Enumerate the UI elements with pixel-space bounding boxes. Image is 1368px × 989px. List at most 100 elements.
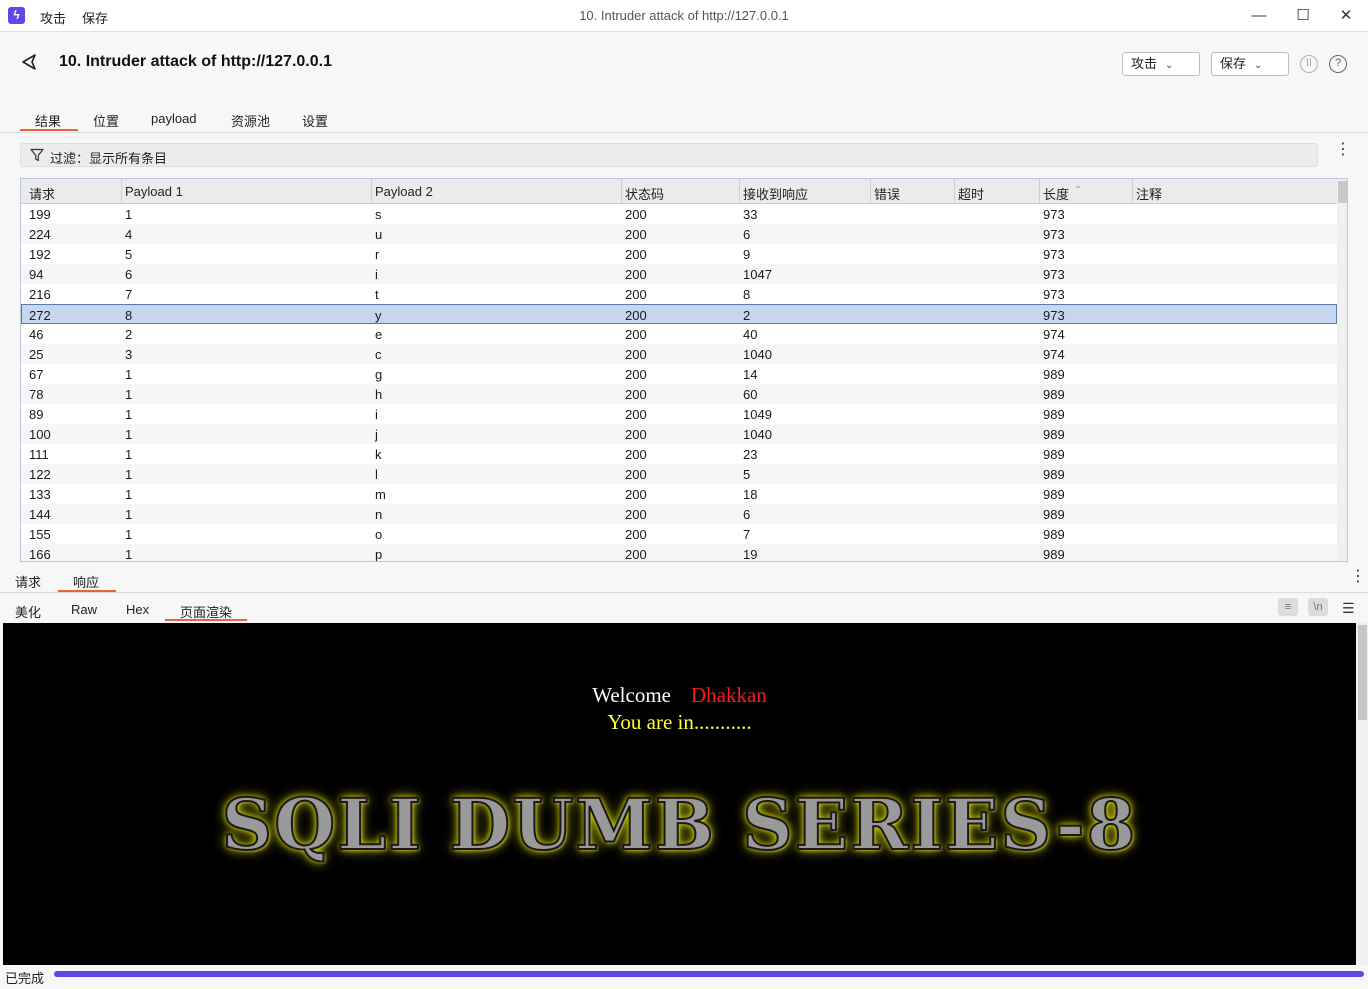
- table-cell: 144: [29, 507, 51, 522]
- table-row[interactable]: 199 1 s 200 33 973: [21, 204, 1337, 224]
- table-cell: 200: [625, 247, 647, 262]
- tab-hex[interactable]: Hex: [126, 602, 149, 617]
- table-cell: i: [375, 267, 378, 282]
- render-scrollbar[interactable]: [1356, 623, 1368, 965]
- table-row[interactable]: 94 6 i 200 1047 973: [21, 264, 1337, 284]
- table-cell: 973: [1043, 287, 1065, 302]
- column-divider[interactable]: [870, 179, 871, 204]
- table-cell: i: [375, 407, 378, 422]
- scrollbar-thumb[interactable]: [1338, 181, 1347, 203]
- more-options-icon[interactable]: ⋮: [1350, 569, 1366, 585]
- column-header-payload1[interactable]: Payload 1: [125, 184, 183, 199]
- table-cell: 5: [125, 247, 133, 262]
- column-divider[interactable]: [371, 179, 372, 204]
- table-cell: 40: [743, 327, 758, 342]
- back-arrow-icon[interactable]: [20, 52, 40, 72]
- newline-icon[interactable]: \n: [1308, 598, 1328, 616]
- scrollbar-thumb[interactable]: [1358, 625, 1367, 720]
- divider: [0, 132, 1368, 133]
- table-cell: 200: [625, 227, 647, 242]
- table-cell: 6: [743, 227, 751, 242]
- column-header-error[interactable]: 错误: [874, 184, 900, 203]
- pause-icon[interactable]: II: [1300, 55, 1318, 73]
- column-header-timeout[interactable]: 超时: [958, 184, 984, 203]
- table-cell: 1: [125, 547, 133, 562]
- tab-results[interactable]: 结果: [35, 111, 61, 130]
- menu-icon[interactable]: ☰: [1342, 601, 1355, 615]
- table-cell: 67: [29, 367, 44, 382]
- table-cell: 973: [1043, 267, 1065, 282]
- active-view-indicator: [165, 619, 247, 621]
- column-header-response-received[interactable]: 接收到响应: [743, 184, 808, 203]
- table-row[interactable]: 224 4 u 200 6 973: [21, 224, 1337, 244]
- table-row[interactable]: 144 1 n 200 6 989: [21, 504, 1337, 524]
- table-row[interactable]: 25 3 c 200 1040 974: [21, 344, 1337, 364]
- tab-positions[interactable]: 位置: [93, 111, 119, 130]
- table-cell: 1049: [743, 407, 772, 422]
- column-header-payload2[interactable]: Payload 2: [375, 184, 433, 199]
- table-row[interactable]: 192 5 r 200 9 973: [21, 244, 1337, 264]
- help-icon[interactable]: ?: [1329, 55, 1347, 73]
- table-row[interactable]: 166 1 p 200 19 989: [21, 544, 1337, 562]
- table-row[interactable]: 133 1 m 200 18 989: [21, 484, 1337, 504]
- column-header-comment[interactable]: 注释: [1136, 184, 1162, 203]
- save-button[interactable]: 保存 ⌄: [1211, 52, 1289, 76]
- login-status-text: You are in...........: [607, 710, 752, 734]
- table-cell: 18: [743, 487, 758, 502]
- table-cell: 200: [625, 547, 647, 562]
- table-cell: 1: [125, 367, 133, 382]
- maximize-icon[interactable]: ☐: [1288, 4, 1318, 28]
- column-header-length[interactable]: 长度: [1043, 184, 1069, 203]
- table-cell: 973: [1043, 308, 1065, 323]
- table-cell: 973: [1043, 207, 1065, 222]
- table-row[interactable]: 89 1 i 200 1049 989: [21, 404, 1337, 424]
- tab-pretty[interactable]: 美化: [15, 602, 41, 621]
- table-cell: 200: [625, 327, 647, 342]
- window-title: 10. Intruder attack of http://127.0.0.1: [579, 8, 789, 23]
- tab-resource-pool[interactable]: 资源池: [231, 111, 270, 130]
- column-header-request[interactable]: 请求: [29, 184, 55, 203]
- tab-response[interactable]: 响应: [73, 572, 99, 591]
- filter-bar[interactable]: 过滤：显示所有条目: [20, 143, 1318, 167]
- table-cell: 974: [1043, 347, 1065, 362]
- column-divider[interactable]: [954, 179, 955, 204]
- tab-payload[interactable]: payload: [151, 111, 197, 126]
- attack-button[interactable]: 攻击 ⌄: [1122, 52, 1200, 76]
- table-row[interactable]: 46 2 e 200 40 974: [21, 324, 1337, 344]
- column-divider[interactable]: [1039, 179, 1040, 204]
- table-row[interactable]: 155 1 o 200 7 989: [21, 524, 1337, 544]
- table-scrollbar[interactable]: [1337, 179, 1347, 561]
- table-cell: j: [375, 427, 378, 442]
- table-cell: 60: [743, 387, 758, 402]
- table-cell: 1: [125, 527, 133, 542]
- table-cell: 19: [743, 547, 758, 562]
- table-row[interactable]: 122 1 l 200 5 989: [21, 464, 1337, 484]
- tab-raw[interactable]: Raw: [71, 602, 97, 617]
- column-divider[interactable]: [1132, 179, 1133, 204]
- table-cell: m: [375, 487, 386, 502]
- table-cell: 1040: [743, 347, 772, 362]
- table-cell: 133: [29, 487, 51, 502]
- more-options-icon[interactable]: ⋮: [1335, 142, 1351, 158]
- table-row[interactable]: 216 7 t 200 8 973: [21, 284, 1337, 304]
- column-divider[interactable]: [621, 179, 622, 204]
- table-row[interactable]: 67 1 g 200 14 989: [21, 364, 1337, 384]
- view-tabs: 美化 Raw Hex 页面渲染 ≡ \n ☰: [0, 593, 1368, 623]
- table-cell: y: [375, 308, 382, 323]
- table-row[interactable]: 78 1 h 200 60 989: [21, 384, 1337, 404]
- table-cell: 973: [1043, 247, 1065, 262]
- table-cell: 14: [743, 367, 758, 382]
- tab-settings[interactable]: 设置: [302, 111, 328, 130]
- minimize-icon[interactable]: —: [1244, 4, 1274, 28]
- table-row[interactable]: 100 1 j 200 1040 989: [21, 424, 1337, 444]
- close-icon[interactable]: ✕: [1331, 4, 1361, 28]
- tab-request[interactable]: 请求: [15, 572, 41, 591]
- column-divider[interactable]: [121, 179, 122, 204]
- column-header-status[interactable]: 状态码: [625, 184, 664, 203]
- table-row[interactable]: 111 1 k 200 23 989: [21, 444, 1337, 464]
- table-row[interactable]: 272 8 y 200 2 973: [21, 304, 1337, 324]
- word-wrap-icon[interactable]: ≡: [1278, 598, 1298, 616]
- table-cell: 1047: [743, 267, 772, 282]
- column-divider[interactable]: [739, 179, 740, 204]
- table-cell: 989: [1043, 527, 1065, 542]
